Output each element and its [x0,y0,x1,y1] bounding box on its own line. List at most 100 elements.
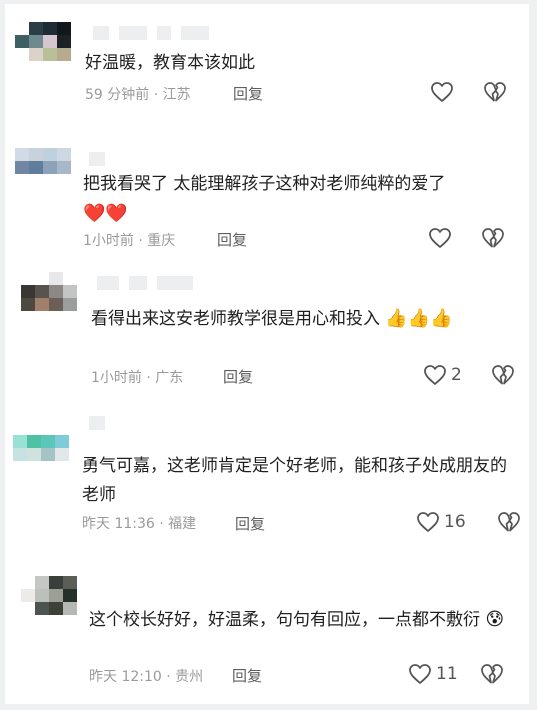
avatar-pixel [21,285,35,298]
avatar-pixel [63,602,77,615]
avatar-pixel [21,615,35,628]
avatar-pixel [41,422,55,435]
reply-button[interactable]: 回复 [233,83,263,104]
avatar[interactable] [15,22,71,74]
avatar-pixel [21,589,35,602]
avatar-pixel [57,35,71,48]
avatar-pixel [21,298,35,311]
avatar-pixel [63,311,77,324]
broken-heart-icon [481,664,503,684]
avatar-pixel [27,461,41,474]
avatar-pixel [57,161,71,174]
avatar-pixel [35,576,49,589]
avatar[interactable] [13,422,69,474]
avatar-pixel [21,311,35,324]
avatar-pixel [35,298,49,311]
avatar-pixel [15,61,29,74]
like-button[interactable]: 16 [416,511,466,533]
avatar-pixel [35,285,49,298]
like-button[interactable] [430,81,458,103]
broken-heart-icon [498,512,520,532]
avatar-pixel [35,602,49,615]
avatar-pixel [43,22,57,35]
comment-text: 勇气可嘉，这老师肯定是个好老师，能和孩子处成朋友的老师 [82,456,507,505]
thumbs-up-emoji-icon: 👍👍👍 [385,308,453,329]
like-button[interactable] [428,227,456,249]
username[interactable] [89,416,105,430]
comment-meta: 1小时前 · 重庆 [83,233,176,249]
comment-text: 看得出来这安老师教学很是用心和投入 👍👍👍 [91,308,453,329]
avatar-pixel [15,174,29,187]
comment-meta: 59 分钟前 · 江苏 [85,87,191,103]
avatar-pixel [49,311,63,324]
avatar-pixel [49,602,63,615]
avatar-pixel [43,187,57,200]
avatar-pixel [27,422,41,435]
dislike-button[interactable] [481,227,505,249]
avatar-pixel [29,187,43,200]
heart-emoji-icon: ❤️❤️ [83,203,128,224]
avatar-pixel [63,589,77,602]
avatar-pixel [49,285,63,298]
avatar-pixel [21,272,35,285]
avatar-pixel [15,187,29,200]
comment-meta: 昨天 11:36 · 福建 [82,516,197,532]
avatar-pixel [21,576,35,589]
avatar-pixel [49,615,63,628]
avatar[interactable] [15,148,71,200]
anxious-face-emoji-icon: 😰 [485,609,505,630]
avatar-pixel [57,174,71,187]
heart-icon [424,365,446,385]
comment-meta: 昨天 12:10 · 贵州 [89,669,204,685]
heart-icon [417,512,439,532]
comment-text: 这个校长好好，好温柔，句句有回应，一点都不敷衍 😰 [89,609,505,630]
avatar-pixel [29,148,43,161]
avatar-pixel [63,285,77,298]
reply-button[interactable]: 回复 [217,229,247,250]
avatar-pixel [55,448,69,461]
comment-meta: 1小时前 · 广东 [91,370,184,386]
avatar-pixel [55,422,69,435]
broken-heart-icon [482,228,504,248]
avatar-pixel [57,61,71,74]
like-count: 16 [444,512,466,532]
like-button[interactable]: 2 [423,364,462,386]
broken-heart-icon [492,365,514,385]
heart-icon [429,228,451,248]
reply-button[interactable]: 回复 [223,366,253,387]
avatar-pixel [29,48,43,61]
like-button[interactable]: 11 [408,663,458,685]
reply-button[interactable]: 回复 [235,513,265,534]
avatar-pixel [35,615,49,628]
username[interactable] [93,26,209,40]
avatar-pixel [57,22,71,35]
avatar-pixel [29,22,43,35]
avatar-pixel [43,48,57,61]
username[interactable] [97,276,193,290]
reply-button[interactable]: 回复 [232,665,262,686]
avatar-pixel [15,22,29,35]
avatar-pixel [35,311,49,324]
dislike-button[interactable] [483,81,507,103]
dislike-button[interactable] [480,663,504,685]
dislike-button[interactable] [497,511,521,533]
avatar-pixel [13,422,27,435]
avatar-pixel [15,148,29,161]
avatar-pixel [13,448,27,461]
avatar-pixel [43,174,57,187]
username[interactable] [89,152,105,166]
heart-icon [431,82,453,102]
avatar-pixel [57,48,71,61]
avatar[interactable] [21,576,77,628]
avatar-pixel [49,272,63,285]
avatar-pixel [29,61,43,74]
dislike-button[interactable] [491,364,515,386]
comment-text: 把我看哭了 太能理解孩子这种对老师纯粹的爱了 ❤️❤️ [83,174,446,224]
avatar[interactable] [21,272,77,324]
avatar-pixel [13,435,27,448]
avatar-pixel [49,589,63,602]
avatar-pixel [35,272,49,285]
like-count: 11 [436,664,458,684]
avatar-pixel [15,35,29,48]
broken-heart-icon [484,82,506,102]
